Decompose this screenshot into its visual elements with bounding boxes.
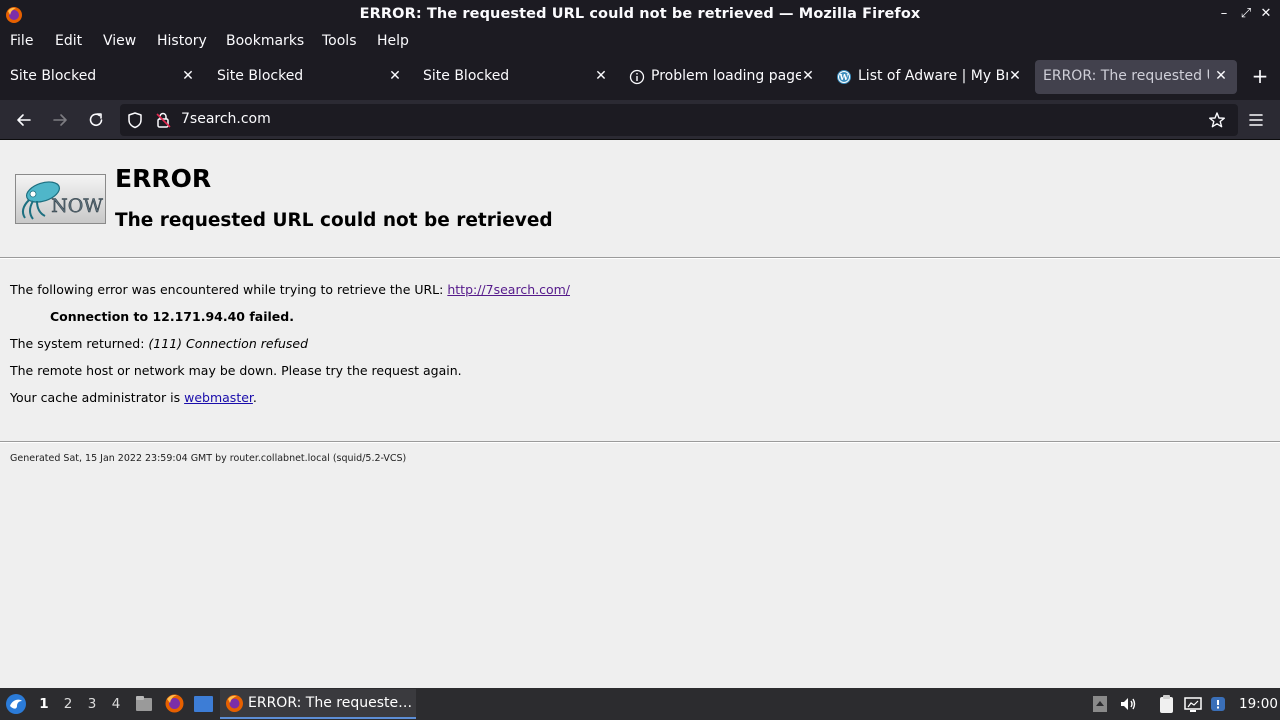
requested-url-link[interactable]: http://7search.com/ — [447, 282, 570, 297]
menu-bookmarks[interactable]: Bookmarks — [226, 33, 304, 49]
bookmark-star-icon[interactable] — [1208, 111, 1226, 129]
error-description-text: The following error was encountered whil… — [10, 282, 448, 297]
tab-problem-loading[interactable]: Problem loading page ✕ — [620, 60, 826, 94]
tray-up-arrow-icon[interactable] — [1090, 694, 1110, 714]
taskbar: 1 2 3 4 ERROR: The requeste… 19:00 — [0, 688, 1280, 720]
workspace-4[interactable]: 4 — [106, 696, 126, 712]
maximize-button[interactable]: ⤢ — [1238, 6, 1254, 22]
error-heading: ERROR — [115, 164, 212, 193]
forward-arrow-icon[interactable] — [50, 110, 70, 130]
notification-icon[interactable] — [1208, 694, 1228, 714]
file-manager-icon[interactable] — [134, 694, 154, 714]
window-title: ERROR: The requested URL could not be re… — [359, 6, 921, 22]
tab-site-blocked-2[interactable]: Site Blocked ✕ — [207, 60, 413, 94]
hamburger-menu-icon[interactable] — [1246, 110, 1266, 130]
cache-admin-line: Your cache administrator is webmaster. — [10, 390, 257, 405]
generated-footer: Generated Sat, 15 Jan 2022 23:59:04 GMT … — [10, 453, 407, 464]
close-icon[interactable]: ✕ — [1007, 68, 1023, 84]
cache-admin-label: Your cache administrator is — [10, 390, 185, 405]
shield-icon[interactable] — [126, 111, 144, 129]
volume-icon[interactable] — [1118, 694, 1138, 714]
menu-view[interactable]: View — [103, 33, 136, 49]
page-content: NOW ERROR The requested URL could not be… — [0, 140, 1280, 688]
tab-site-blocked-1[interactable]: Site Blocked ✕ — [0, 60, 206, 94]
url-text: 7search.com — [181, 111, 271, 127]
menu-tools[interactable]: Tools — [322, 33, 357, 49]
close-icon[interactable]: ✕ — [387, 68, 403, 84]
workspace-1[interactable]: 1 — [34, 696, 54, 712]
wordpress-icon: W — [837, 70, 851, 84]
menu-history[interactable]: History — [157, 33, 207, 49]
lock-warning-icon[interactable] — [154, 111, 172, 129]
error-description: The following error was encountered whil… — [10, 282, 570, 297]
tab-label: List of Adware | My Bro — [858, 68, 1008, 84]
tab-label: ERROR: The requested UR — [1043, 68, 1209, 84]
terminal-icon[interactable] — [193, 694, 214, 714]
workspace-2[interactable]: 2 — [58, 696, 78, 712]
squid-logo: NOW — [15, 174, 106, 224]
minimize-button[interactable]: – — [1216, 6, 1232, 22]
menu-help[interactable]: Help — [377, 33, 409, 49]
system-returned: The system returned: (111) Connection re… — [10, 336, 308, 351]
url-bar[interactable]: 7search.com — [120, 104, 1238, 136]
system-returned-code: (111) Connection refused — [148, 336, 308, 351]
navigation-toolbar: 7search.com — [0, 100, 1280, 140]
task-label: ERROR: The requeste… — [248, 695, 413, 711]
tab-error-active[interactable]: ERROR: The requested UR ✕ — [1035, 60, 1237, 94]
tab-label: Site Blocked — [10, 68, 97, 84]
tab-label: Site Blocked — [217, 68, 304, 84]
reload-icon[interactable] — [86, 110, 106, 130]
info-icon — [629, 69, 645, 85]
close-icon[interactable]: ✕ — [593, 68, 609, 84]
webmaster-link[interactable]: webmaster — [184, 390, 253, 405]
close-icon[interactable]: ✕ — [180, 68, 196, 84]
clipboard-icon[interactable] — [1156, 694, 1176, 714]
network-down-message: The remote host or network may be down. … — [10, 363, 462, 378]
firefox-icon — [226, 695, 243, 712]
menu-file[interactable]: File — [10, 33, 33, 49]
close-icon[interactable]: ✕ — [800, 68, 816, 84]
tab-label: Site Blocked — [423, 68, 510, 84]
workspace-3[interactable]: 3 — [82, 696, 102, 712]
svg-text:W: W — [839, 72, 850, 82]
taskbar-task-firefox[interactable]: ERROR: The requeste… — [220, 689, 416, 719]
svg-text:NOW: NOW — [51, 195, 103, 217]
network-icon[interactable] — [1183, 694, 1203, 714]
divider-bottom — [0, 441, 1280, 443]
close-icon[interactable]: ✕ — [1213, 68, 1229, 84]
clock: 19:00 — [1239, 696, 1278, 712]
title-bar: ERROR: The requested URL could not be re… — [0, 0, 1280, 30]
tab-label: Problem loading page — [651, 68, 801, 84]
connection-failed-message: Connection to 12.171.94.40 failed. — [50, 309, 294, 324]
tab-strip: Site Blocked ✕ Site Blocked ✕ Site Block… — [0, 54, 1280, 100]
menu-bar: File Edit View History Bookmarks Tools H… — [0, 30, 1280, 54]
system-returned-label: The system returned: — [10, 336, 149, 351]
close-window-button[interactable]: ✕ — [1258, 6, 1274, 22]
tab-list-of-adware[interactable]: W List of Adware | My Bro ✕ — [827, 60, 1033, 94]
firefox-launcher-icon[interactable] — [164, 693, 185, 714]
start-menu-icon[interactable] — [5, 693, 27, 715]
menu-edit[interactable]: Edit — [55, 33, 82, 49]
new-tab-button[interactable]: + — [1250, 66, 1270, 86]
cache-admin-suffix: . — [252, 390, 257, 405]
divider-top — [0, 257, 1280, 259]
tab-site-blocked-3[interactable]: Site Blocked ✕ — [413, 60, 619, 94]
error-subheading: The requested URL could not be retrieved — [115, 210, 553, 231]
back-arrow-icon[interactable] — [14, 110, 34, 130]
